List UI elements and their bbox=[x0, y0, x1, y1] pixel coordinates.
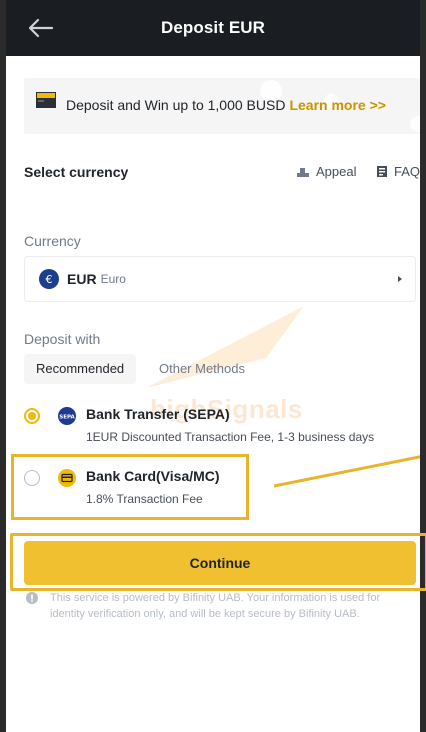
banner-decoration bbox=[410, 116, 420, 132]
banner-text: Deposit and Win up to 1,000 BUSD Learn mo… bbox=[66, 97, 386, 113]
deposit-with-label: Deposit with bbox=[24, 331, 101, 347]
method-subtitle: 1.8% Transaction Fee bbox=[86, 492, 203, 506]
gift-icon bbox=[36, 92, 56, 108]
select-currency-row: Select currency Appeal FAQ bbox=[24, 164, 420, 184]
notice-text: This service is powered by Bifinity UAB.… bbox=[50, 592, 381, 620]
promo-banner[interactable]: Deposit and Win up to 1,000 BUSD Learn mo… bbox=[24, 78, 420, 134]
appeal-button[interactable]: Appeal bbox=[296, 164, 356, 179]
faq-label: FAQ bbox=[394, 164, 420, 179]
euro-coin-icon: € bbox=[39, 269, 59, 289]
method-title: Bank Card(Visa/MC) bbox=[86, 468, 220, 484]
tab-other-methods[interactable]: Other Methods bbox=[147, 354, 257, 384]
tab-recommended[interactable]: Recommended bbox=[24, 354, 137, 384]
appeal-icon bbox=[297, 167, 309, 177]
method-subtitle: 1EUR Discounted Transaction Fee, 1-3 bus… bbox=[86, 430, 375, 444]
svg-text:SEPA: SEPA bbox=[59, 415, 75, 421]
card-icon bbox=[58, 469, 76, 487]
method-title: Bank Transfer (SEPA) bbox=[86, 406, 230, 422]
page-title: Deposit EUR bbox=[160, 18, 266, 37]
radio-bank-transfer[interactable] bbox=[24, 408, 40, 424]
radio-bank-card[interactable] bbox=[24, 470, 40, 486]
svg-text:€: € bbox=[46, 273, 53, 286]
currency-code: EUR bbox=[67, 271, 97, 287]
method-bank-transfer[interactable]: SEPA Bank Transfer (SEPA) 1EUR Discounte… bbox=[24, 406, 416, 450]
top-bar: Deposit EUR bbox=[6, 0, 420, 56]
deposit-screen: Deposit EUR Deposit and Win up to 1,000 … bbox=[6, 0, 420, 732]
method-bank-card[interactable]: Bank Card(Visa/MC) 1.8% Transaction Fee bbox=[24, 468, 416, 512]
select-currency-label: Select currency bbox=[24, 164, 129, 180]
sepa-icon: SEPA bbox=[58, 407, 76, 425]
currency-dropdown[interactable]: € EUR Euro bbox=[24, 256, 416, 302]
continue-button[interactable]: Continue bbox=[24, 541, 416, 585]
currency-name: Euro bbox=[100, 272, 126, 286]
faq-button[interactable]: FAQ bbox=[376, 164, 420, 179]
appeal-label: Appeal bbox=[316, 164, 357, 179]
learn-more-link[interactable]: Learn more >> bbox=[289, 97, 386, 113]
banner-message: Deposit and Win up to 1,000 BUSD bbox=[66, 97, 286, 113]
currency-label: Currency bbox=[24, 233, 81, 249]
faq-icon bbox=[377, 166, 387, 177]
info-icon bbox=[26, 592, 38, 604]
chevron-right-icon bbox=[398, 276, 402, 282]
